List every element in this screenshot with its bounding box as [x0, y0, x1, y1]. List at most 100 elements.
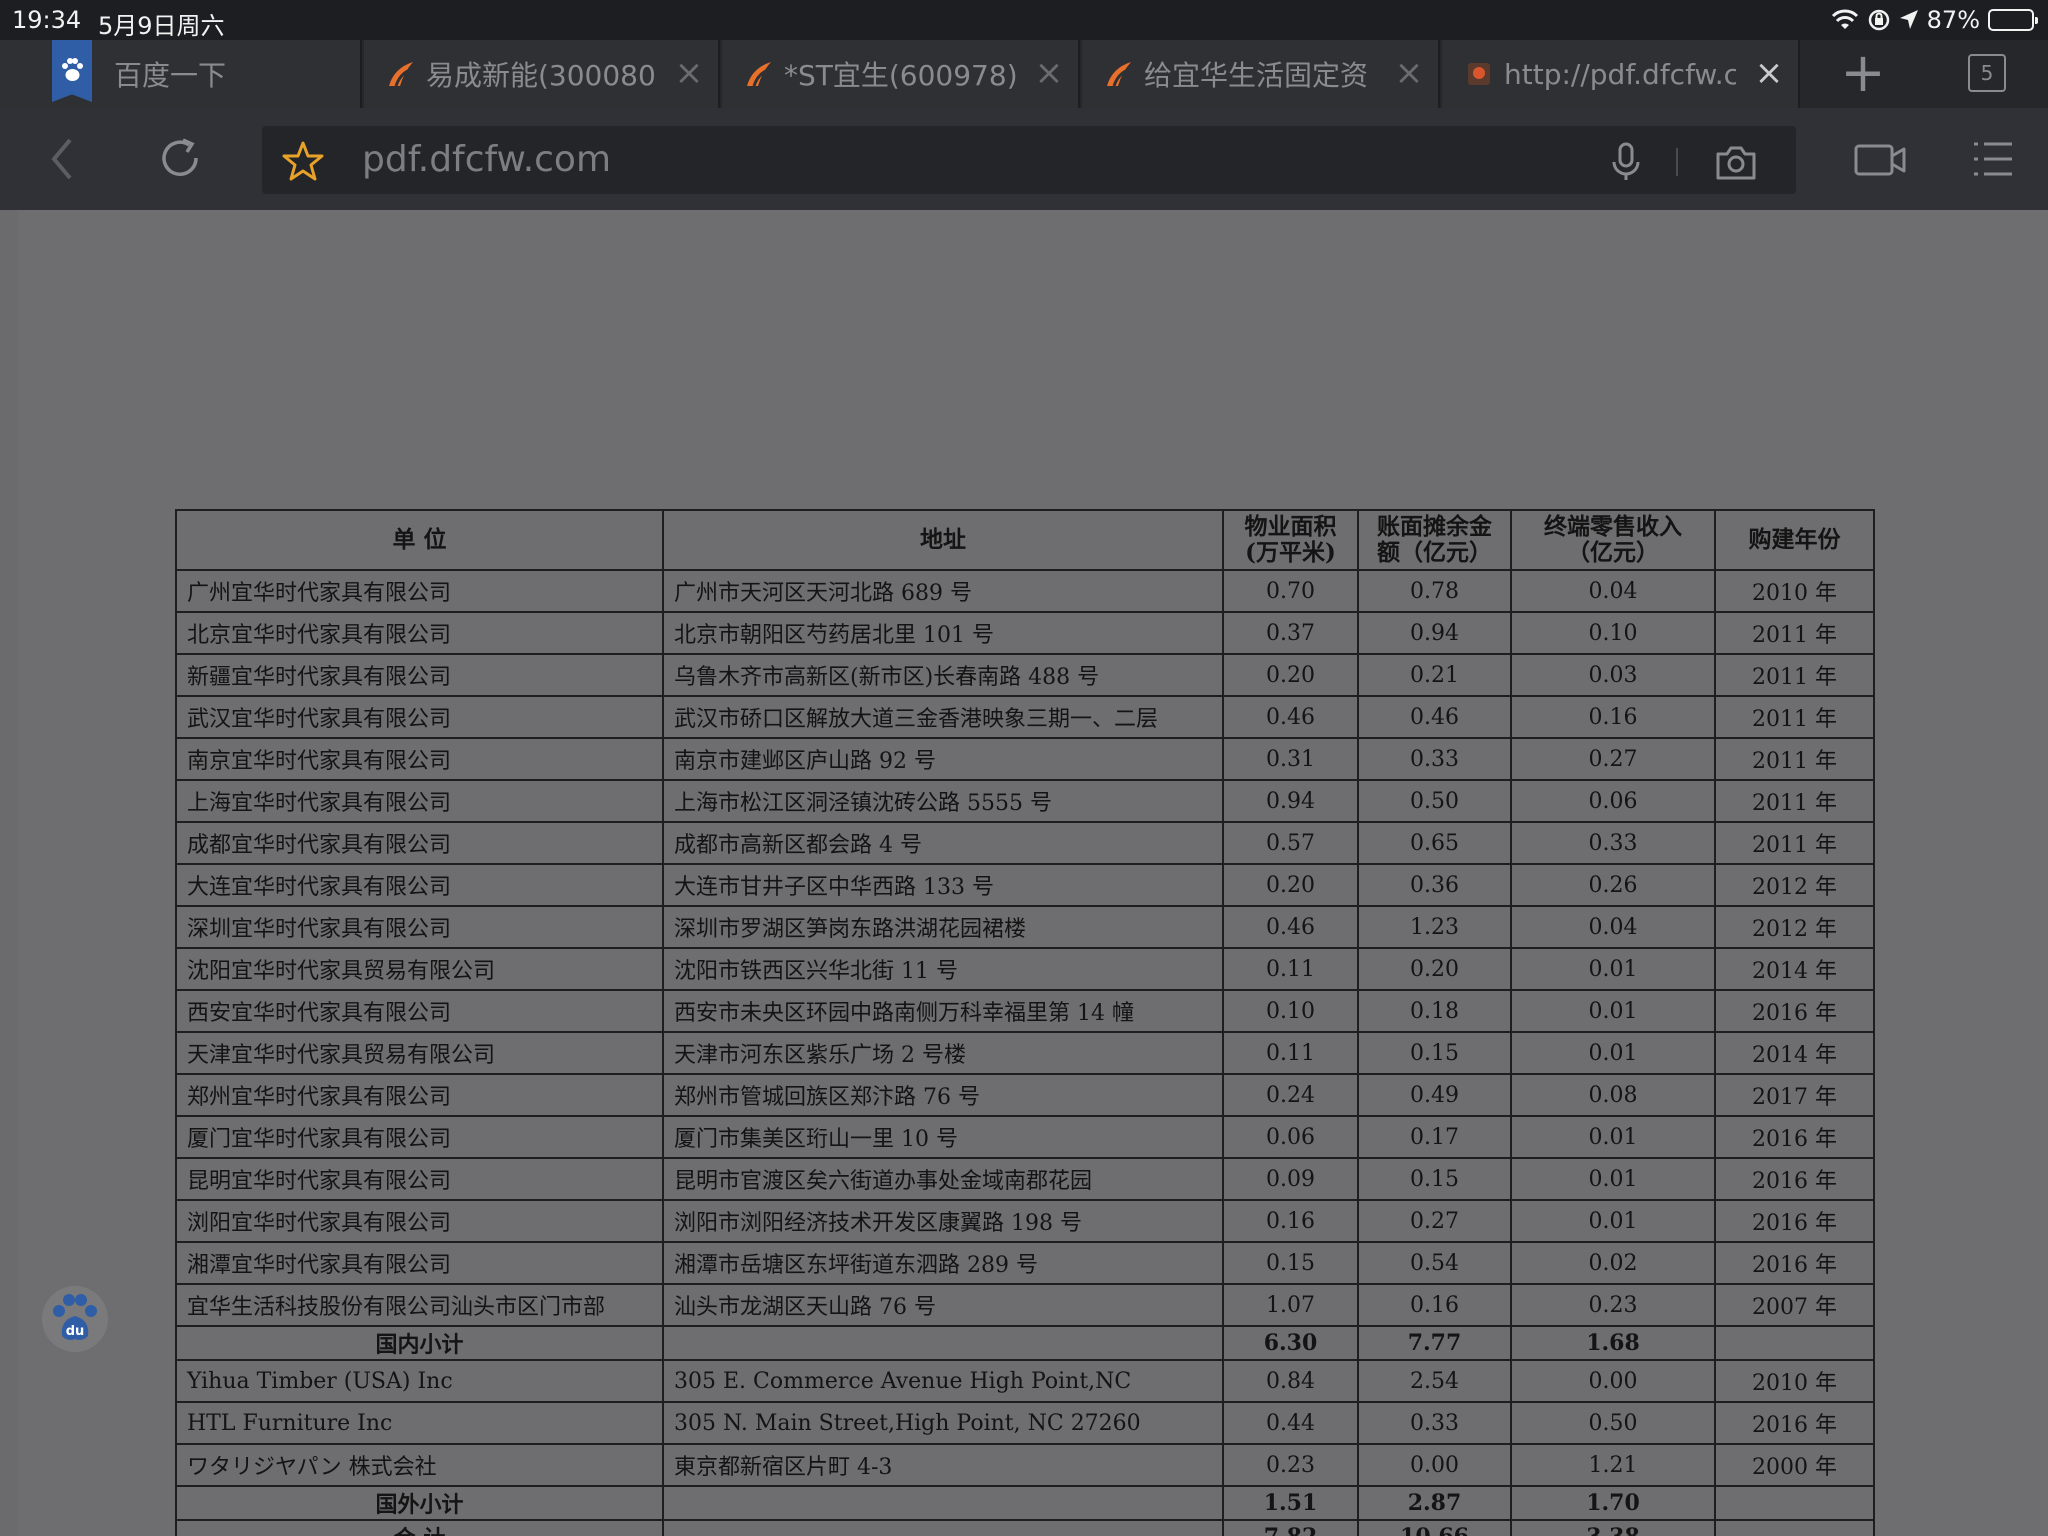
wifi-icon [1831, 9, 1858, 29]
table-cell: 2016 年 [1714, 1199, 1875, 1243]
table-cell: 新疆宜华时代家具有限公司 [175, 653, 664, 697]
table-cell: 2011 年 [1714, 611, 1875, 655]
status-time: 19:34 [12, 6, 82, 34]
table-cell: 0.31 [1222, 737, 1359, 781]
table-cell: 0.33 [1357, 737, 1512, 781]
navigation-toolbar: pdf.dfcfw.com [0, 108, 2048, 210]
table-row: 昆明宜华时代家具有限公司 昆明市官渡区矣六街道办事处金域南郡花园 0.09 0.15 0… [175, 1157, 1875, 1201]
table-cell: Yihua Timber (USA) Inc [175, 1359, 664, 1403]
table-cell: 0.16 [1357, 1283, 1512, 1327]
close-tab-icon[interactable]: × [672, 56, 706, 90]
bookmark-star-icon[interactable] [282, 140, 324, 182]
tab-st-yisheng[interactable]: *ST宜生(600978) × [722, 40, 1080, 108]
table-cell: 0.65 [1357, 821, 1512, 865]
tab-pdf-dfcfw[interactable]: http://pdf.dfcfw.c × [1442, 40, 1800, 108]
table-row: 湘潭宜华时代家具有限公司 湘潭市岳塘区东坪街道东泗路 289 号 0.15 0.54 0… [175, 1241, 1875, 1285]
table-body: 广州宜华时代家具有限公司 广州市天河区天河北路 689 号 0.70 0.78 0.04… [175, 569, 1875, 1536]
table-row: 浏阳宜华时代家具有限公司 浏阳市浏阳经济技术开发区康翼路 198 号 0.16 0.2… [175, 1199, 1875, 1243]
table-cell: 1.70 [1510, 1485, 1716, 1521]
table-cell: 0.94 [1222, 779, 1359, 823]
table-row: 深圳宜华时代家具有限公司 深圳市罗湖区笋岗东路洪湖花园裙楼 0.46 1.23 0.04… [175, 905, 1875, 949]
baidu-assistant-button[interactable]: du [42, 1286, 108, 1352]
table-cell: 0.37 [1222, 611, 1359, 655]
table-cell: 湘潭市岳塘区东坪街道东泗路 289 号 [662, 1241, 1224, 1285]
microphone-icon[interactable] [1608, 142, 1644, 182]
table-cell: 2011 年 [1714, 779, 1875, 823]
table-cell: 西安宜华时代家具有限公司 [175, 989, 664, 1033]
table-cell: 0.94 [1357, 611, 1512, 655]
table-cell: 0.70 [1222, 569, 1359, 613]
table-row: 大连宜华时代家具有限公司 大连市甘井子区中华西路 133 号 0.20 0.36 0.2… [175, 863, 1875, 907]
tab-yicheng[interactable]: 易成新能(300080) × [364, 40, 720, 108]
new-tab-button[interactable]: + [1838, 46, 1888, 100]
eastmoney-icon [744, 59, 774, 89]
table-cell: 0.20 [1222, 653, 1359, 697]
table-cell: 0.02 [1510, 1241, 1716, 1285]
table-row: Yihua Timber (USA) Inc 305 E. Commerce Av… [175, 1359, 1875, 1403]
table-row: 郑州宜华时代家具有限公司 郑州市管城回族区郑汴路 76 号 0.24 0.49 0.08… [175, 1073, 1875, 1117]
table-cell: 沈阳市铁西区兴华北街 11 号 [662, 947, 1224, 991]
table-cell: 大连市甘井子区中华西路 133 号 [662, 863, 1224, 907]
table-cell: 0.46 [1357, 695, 1512, 739]
status-date: 5月9日周六 [98, 12, 225, 40]
table-cell: 大连宜华时代家具有限公司 [175, 863, 664, 907]
reload-button[interactable] [156, 134, 206, 184]
table-cell: 2.54 [1357, 1359, 1512, 1403]
table-cell: 郑州市管城回族区郑汴路 76 号 [662, 1073, 1224, 1117]
svg-text:du: du [66, 1324, 85, 1339]
table-header-row: 单 位 地址 物业面积 (万平米) 账面摊余金 额（亿元） 终端零售收入 （亿元） 购… [175, 509, 1875, 571]
tab-title: 百度一下 [114, 59, 227, 92]
table-cell: 0.03 [1510, 653, 1716, 697]
table-cell: 0.57 [1222, 821, 1359, 865]
header-cell: 终端零售收入 （亿元） [1510, 509, 1716, 571]
table-cell: 深圳市罗湖区笋岗东路洪湖花园裙楼 [662, 905, 1224, 949]
subtotal-row: 合 计 7.8210.663.38 [175, 1519, 1875, 1536]
table-cell: 0.04 [1510, 569, 1716, 613]
table-cell: 2.87 [1357, 1485, 1512, 1521]
table-cell: 2016 年 [1714, 1157, 1875, 1201]
table-cell: 0.16 [1510, 695, 1716, 739]
table-cell: 0.20 [1222, 863, 1359, 907]
camera-icon[interactable] [1714, 142, 1758, 182]
table-cell: 2011 年 [1714, 821, 1875, 865]
header-cell: 单 位 [175, 509, 664, 571]
table-cell: 湘潭宜华时代家具有限公司 [175, 1241, 664, 1285]
video-icon[interactable] [1854, 142, 1906, 178]
table-cell: 0.01 [1510, 1031, 1716, 1075]
table-cell: 深圳宜华时代家具有限公司 [175, 905, 664, 949]
table-cell: 2016 年 [1714, 1115, 1875, 1159]
menu-icon[interactable] [1972, 140, 2014, 178]
subtotal-row: 国外小计 1.51 2.87 1.70 [175, 1485, 1875, 1521]
header-text: 单 位 [392, 526, 447, 553]
close-tab-icon[interactable]: × [1032, 56, 1066, 90]
table-cell: 2014 年 [1714, 1031, 1875, 1075]
tab-baidu[interactable]: 百度一下 [0, 40, 362, 108]
back-button[interactable] [44, 134, 84, 184]
table-cell: 0.24 [1222, 1073, 1359, 1117]
table-cell [1714, 1519, 1875, 1536]
pdf-page: 单 位 地址 物业面积 (万平米) 账面摊余金 额（亿元） 终端零售收入 （亿元） 购… [18, 210, 2048, 1536]
eastmoney-icon [1104, 59, 1134, 89]
address-bar[interactable]: pdf.dfcfw.com [262, 126, 1796, 194]
close-tab-icon[interactable]: × [1752, 56, 1786, 90]
table-cell: 0.11 [1222, 1031, 1359, 1075]
table-cell: 0.33 [1510, 821, 1716, 865]
table-row: 天津宜华时代家具贸易有限公司 天津市河东区紫乐广场 2 号楼 0.11 0.15 0.0… [175, 1031, 1875, 1075]
table-cell: 0.01 [1510, 1157, 1716, 1201]
table-cell: 成都市高新区都会路 4 号 [662, 821, 1224, 865]
tab-switcher-button[interactable]: 5 [1968, 54, 2006, 92]
property-table: 单 位 地址 物业面积 (万平米) 账面摊余金 额（亿元） 终端零售收入 （亿元） 购… [175, 509, 1875, 1536]
table-cell: 10.66 [1357, 1519, 1512, 1536]
table-cell: 2010 年 [1714, 1359, 1875, 1403]
tab-yihua-assets[interactable]: 给宜华生活固定资 × [1082, 40, 1440, 108]
table-cell: 0.18 [1357, 989, 1512, 1033]
table-cell: 0.33 [1357, 1401, 1512, 1445]
table-cell: 0.11 [1222, 947, 1359, 991]
table-row: 北京宜华时代家具有限公司 北京市朝阳区芍药居北里 101 号 0.37 0.94 0.1… [175, 611, 1875, 655]
table-cell: 305 E. Commerce Avenue High Point,NC [662, 1359, 1224, 1403]
location-arrow-icon [1899, 10, 1918, 29]
close-tab-icon[interactable]: × [1392, 56, 1426, 90]
table-cell: 2011 年 [1714, 695, 1875, 739]
table-cell: 2012 年 [1714, 863, 1875, 907]
battery-percent: 87% [1926, 6, 1980, 34]
